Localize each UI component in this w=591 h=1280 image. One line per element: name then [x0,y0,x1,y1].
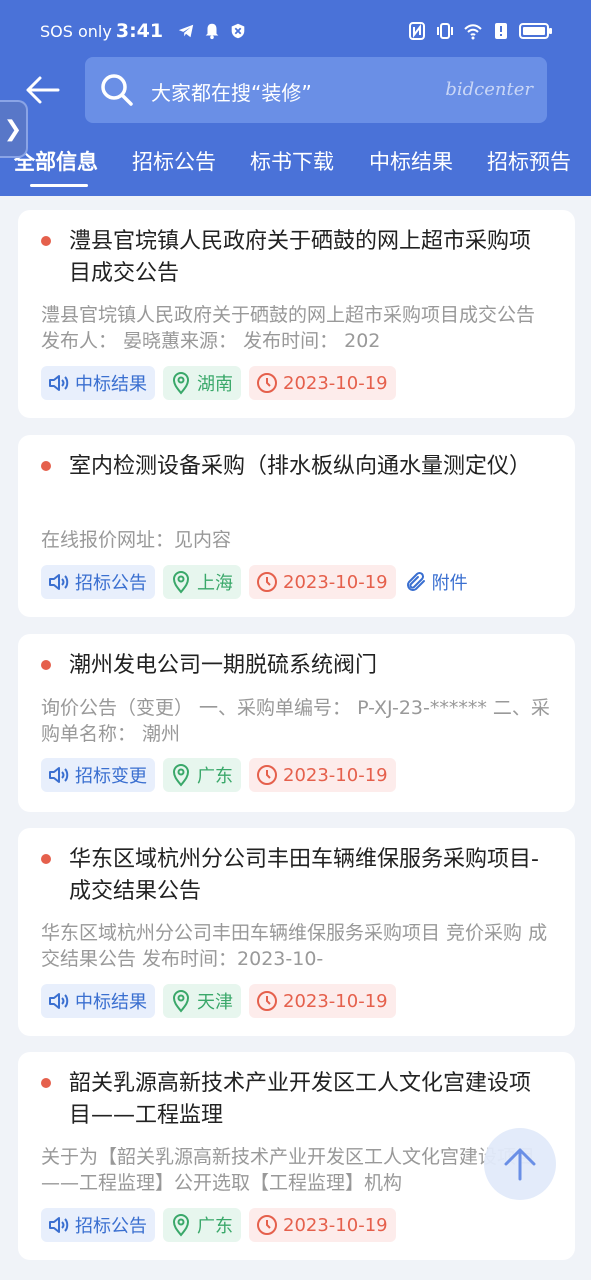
item-tags: 招标变更 广东 2023-10-19 [41,758,396,792]
item-desc: 澧县官垸镇人民政府关于硒鼓的网上超市采购项目成交公告 发布人： 晏晓蕙来源： 发… [41,304,536,352]
unread-dot [41,461,51,471]
unread-dot [41,1078,51,1088]
item-tags: 中标结果 天津 2023-10-19 [41,984,396,1018]
status-bar: SOS only 3:41 [0,0,591,56]
shield-icon [231,23,245,39]
date-label: 2023-10-19 [283,764,388,786]
item-title: 澧县官垸镇人民政府关于硒鼓的网上超市采购项目成交公告 [69,229,532,286]
location-pin-icon [172,764,190,787]
search-bar[interactable]: 大家都在搜“装修” bidcenter [85,57,547,123]
arrow-up-icon [504,1148,536,1181]
region-tag: 广东 [163,758,241,792]
unread-dot [41,236,51,246]
item-desc: 询价公告（变更） 一、采购单编号： P-XJ-23-****** 二、采购单名称… [41,697,550,745]
clock-icon [257,572,277,592]
bell-icon [205,23,219,40]
back-arrow-icon[interactable] [22,72,62,108]
attachment-link[interactable]: 附件 [404,565,476,599]
item-title: 潮州发电公司一期脱硫系统阀门 [69,653,378,678]
item-title: 室内检测设备采购（排水板纵向通水量测定仪） [69,454,532,479]
attachment-label: 附件 [431,573,468,594]
side-drawer-handle[interactable]: ❯ [0,100,28,158]
tab-award-result[interactable]: 中标结果 [369,146,453,176]
region-label: 天津 [197,992,233,1013]
item-title: 华东区域杭州分公司丰田车辆维保服务采购项目-成交结果公告 [69,847,539,904]
region-tag: 天津 [163,984,241,1018]
item-desc: 在线报价网址：见内容 [41,529,232,551]
clock-icon [257,991,277,1011]
date-label: 2023-10-19 [283,990,388,1012]
date-tag: 2023-10-19 [249,366,396,400]
item-desc: 关于为【韶关乳源高新技术产业开发区工人文化宫建设项目——工程监理】公开选取【工程… [41,1146,536,1194]
region-label: 湖南 [197,374,233,395]
type-label: 中标结果 [75,374,147,395]
nfc-icon [409,22,425,40]
type-tag: 招标公告 [41,565,155,599]
date-tag: 2023-10-19 [249,984,396,1018]
battery-icon [519,23,552,39]
date-label: 2023-10-19 [283,571,388,593]
vibrate-icon [437,23,453,39]
paperclip-icon [406,571,425,591]
telegram-icon [178,24,194,38]
item-tags: 中标结果 湖南 2023-10-19 [41,366,396,400]
region-label: 上海 [197,573,233,594]
speaker-icon [49,993,69,1009]
search-placeholder: 大家都在搜“装修” [151,81,312,105]
date-tag: 2023-10-19 [249,758,396,792]
list-item[interactable]: 潮州发电公司一期脱硫系统阀门 询价公告（变更） 一、采购单编号： P-XJ-23… [18,634,575,812]
app-header: SOS only 3:41 大家都在搜“装修” bidcenter 全部信息 招… [0,0,591,196]
region-tag: 广东 [163,1208,241,1242]
clock-icon [257,1215,277,1235]
location-pin-icon [172,1214,190,1237]
list-item[interactable]: 室内检测设备采购（排水板纵向通水量测定仪） 在线报价网址：见内容 招标公告 上海… [18,435,575,617]
speaker-icon [49,767,69,783]
region-label: 广东 [197,766,233,787]
tab-tender-notice[interactable]: 招标公告 [132,146,216,176]
search-icon [101,74,133,106]
item-title: 韶关乳源高新技术产业开发区工人文化宫建设项目——工程监理 [69,1071,532,1128]
region-tag: 上海 [163,565,241,599]
region-tag: 湖南 [163,366,241,400]
clock-icon [257,373,277,393]
tab-bid-download[interactable]: 标书下载 [250,146,334,176]
speaker-icon [49,375,69,391]
item-desc: 华东区域杭州分公司丰田车辆维保服务采购项目 竞价采购 成交结果公告 发布时间：2… [41,922,548,970]
type-label: 招标变更 [75,766,147,787]
unread-dot [41,854,51,864]
location-pin-icon [172,990,190,1013]
alert-icon [495,23,507,39]
type-tag: 招标公告 [41,1208,155,1242]
speaker-icon [49,574,69,590]
date-label: 2023-10-19 [283,372,388,394]
type-tag: 中标结果 [41,984,155,1018]
brand-logo: bidcenter [445,79,533,100]
item-tags: 招标公告 上海 2023-10-19 附件 [41,565,476,599]
wifi-icon [464,24,482,40]
date-tag: 2023-10-19 [249,565,396,599]
location-pin-icon [172,372,190,395]
type-tag: 中标结果 [41,366,155,400]
type-label: 中标结果 [75,992,147,1013]
type-label: 招标公告 [75,1216,147,1237]
scroll-to-top-button[interactable] [484,1128,556,1200]
date-tag: 2023-10-19 [249,1208,396,1242]
date-label: 2023-10-19 [283,1214,388,1236]
type-label: 招标公告 [75,573,147,594]
unread-dot [41,660,51,670]
category-tabs: 全部信息 招标公告 标书下载 中标结果 招标预告 [0,142,591,196]
item-tags: 招标公告 广东 2023-10-19 [41,1208,396,1242]
clock-icon [257,765,277,785]
tab-tender-preview[interactable]: 招标预告 [487,146,571,176]
network-status: SOS only [40,21,112,41]
speaker-icon [49,1217,69,1233]
active-tab-indicator [30,184,88,187]
region-label: 广东 [197,1216,233,1237]
type-tag: 招标变更 [41,758,155,792]
clock: 3:41 [115,20,164,42]
list-item[interactable]: 华东区域杭州分公司丰田车辆维保服务采购项目-成交结果公告 华东区域杭州分公司丰田… [18,828,575,1036]
list-item[interactable]: 澧县官垸镇人民政府关于硒鼓的网上超市采购项目成交公告 澧县官垸镇人民政府关于硒鼓… [18,210,575,418]
location-pin-icon [172,571,190,594]
